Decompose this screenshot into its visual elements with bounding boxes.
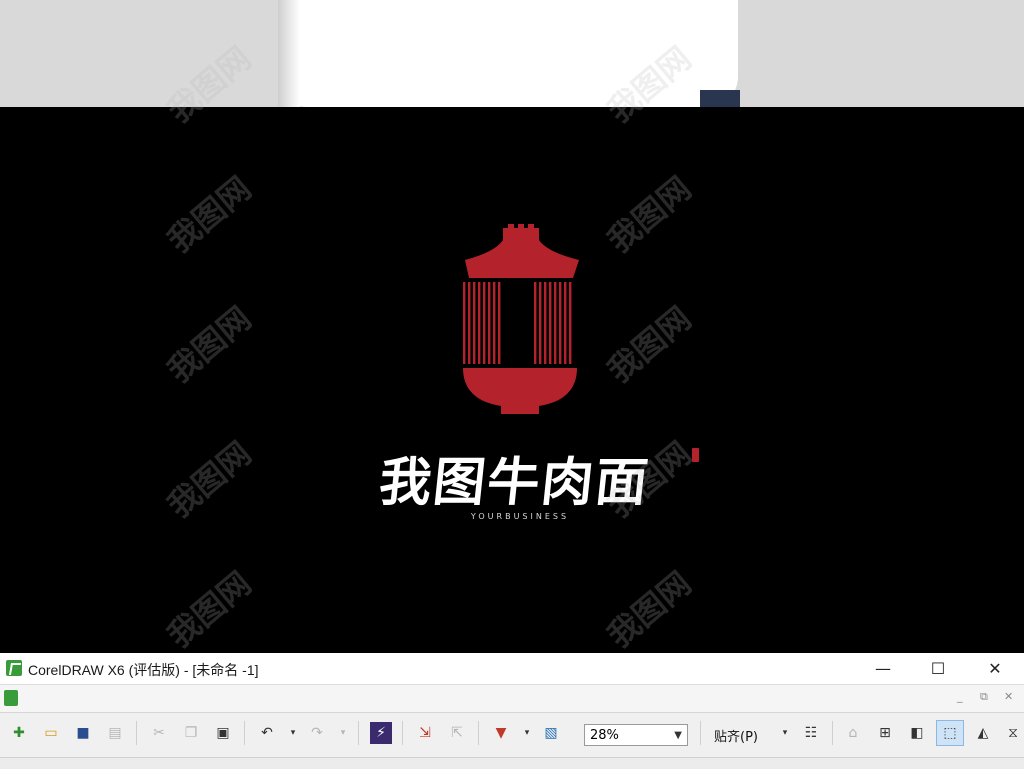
- options-icon[interactable]: ☷: [800, 722, 822, 744]
- minimize-button[interactable]: —: [860, 653, 906, 684]
- toolbar-divider: [244, 721, 245, 745]
- document-icon[interactable]: [4, 690, 18, 706]
- red-seal-stamp: [692, 448, 699, 462]
- paste-icon[interactable]: ▣: [212, 722, 234, 744]
- maximize-button[interactable]: ☐: [915, 653, 961, 684]
- copy-icon[interactable]: ❐: [180, 722, 202, 744]
- white-tshirt: [278, 0, 738, 107]
- doc-close-button[interactable]: ✕: [1004, 690, 1013, 703]
- export-icon[interactable]: ⇱: [446, 722, 468, 744]
- close-button[interactable]: ✕: [972, 653, 1018, 684]
- zoom-level-select[interactable]: 28% ▼: [584, 724, 688, 746]
- redo-icon[interactable]: ↷: [306, 722, 328, 744]
- brand-tagline: YOURBUSINESS: [470, 512, 570, 521]
- snap-to-button[interactable]: 贴齐(P): [714, 726, 758, 745]
- toolbar-divider: [700, 721, 701, 745]
- app-launcher-icon[interactable]: ▧: [540, 722, 562, 744]
- chevron-down-icon: ▼: [674, 730, 682, 741]
- toolbar-divider: [136, 721, 137, 745]
- open-icon[interactable]: ▭: [40, 722, 62, 744]
- publish-pdf-icon[interactable]: ▼: [490, 722, 512, 744]
- toolbar-divider: [478, 721, 479, 745]
- shirt-shadow: [278, 0, 300, 107]
- doc-restore-button[interactable]: ⧉: [980, 690, 988, 704]
- title-bar: CorelDRAW X6 (评估版) - [未命名 -1] — ☐ ✕: [0, 653, 1024, 685]
- menu-bar: _ ⧉ ✕: [0, 685, 1024, 713]
- standard-toolbar: ✚ ▭ ■ ▤ ✂ ❐ ▣ ↶ ▾ ↷ ▾ ⚡ ⇲ ⇱ ▼ ▾ ▧ 28% ▼ …: [0, 713, 1024, 753]
- brand-name: 我图牛肉面: [376, 452, 653, 513]
- undo-dropdown-icon[interactable]: ▾: [282, 722, 304, 744]
- import-icon[interactable]: ⇲: [414, 722, 436, 744]
- zoom-value: 28%: [590, 728, 619, 743]
- chart-icon[interactable]: ◭: [972, 722, 994, 744]
- snap-dropdown-icon[interactable]: ▾: [774, 722, 796, 744]
- toolbar-divider: [402, 721, 403, 745]
- coreldraw-app-icon: [6, 660, 22, 676]
- more-icon[interactable]: ⧖: [1002, 722, 1024, 744]
- toolbar-divider: [832, 721, 833, 745]
- coreldraw-window: CorelDRAW X6 (评估版) - [未命名 -1] — ☐ ✕ _ ⧉ …: [0, 653, 1024, 769]
- new-icon[interactable]: ✚: [8, 722, 30, 744]
- publish-dropdown-icon[interactable]: ▾: [516, 722, 538, 744]
- welcome-icon[interactable]: ⌂: [842, 722, 864, 744]
- bounding-icon[interactable]: ⬚: [936, 720, 964, 746]
- transform-icon[interactable]: ◧: [906, 722, 928, 744]
- lantern-bowl-logo: [463, 224, 579, 414]
- jeans: [700, 90, 740, 107]
- print-icon[interactable]: ▤: [104, 722, 126, 744]
- window-title: CorelDRAW X6 (评估版) - [未命名 -1]: [28, 662, 259, 678]
- property-bar: [0, 757, 1024, 769]
- redo-dropdown-icon[interactable]: ▾: [332, 722, 354, 744]
- search-content-icon[interactable]: ⚡: [370, 722, 392, 744]
- undo-icon[interactable]: ↶: [256, 722, 278, 744]
- cut-icon[interactable]: ✂: [148, 722, 170, 744]
- doc-minimize-button[interactable]: _: [957, 690, 963, 703]
- toolbar-divider: [358, 721, 359, 745]
- settings-icon[interactable]: ⊞: [874, 722, 896, 744]
- background-photo: [0, 0, 1024, 107]
- save-icon[interactable]: ■: [72, 722, 94, 744]
